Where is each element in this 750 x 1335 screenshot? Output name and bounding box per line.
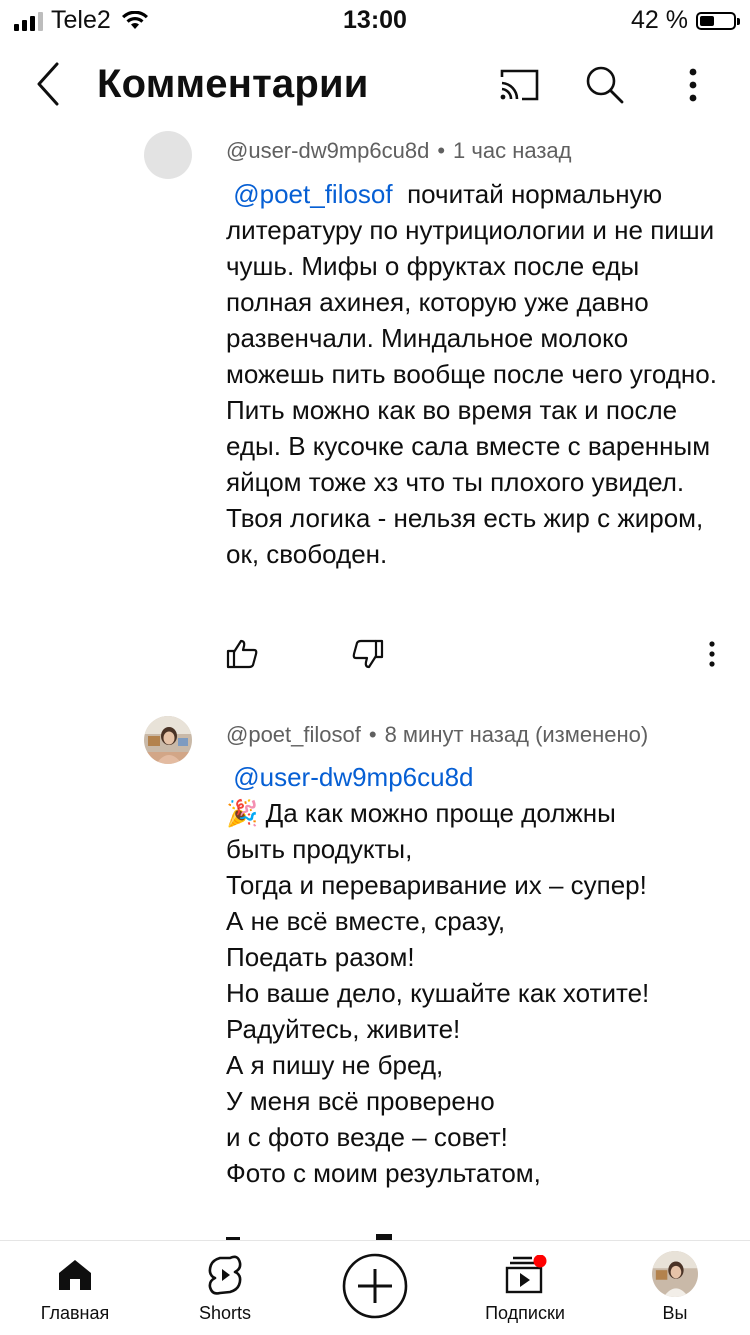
comment-text: @poet_filosof почитай нормальную литерат… — [226, 176, 726, 572]
nav-label: Вы — [662, 1303, 688, 1323]
meta-separator: • — [437, 138, 446, 163]
like-icon — [226, 639, 258, 669]
poem-line: А я пишу не бред, — [226, 1050, 444, 1080]
create-icon — [342, 1253, 408, 1319]
subscriptions-icon — [505, 1255, 547, 1294]
comment-author[interactable]: @user-dw9mp6cu8d — [226, 138, 429, 163]
comment-body: почитай нормальную литературу по нутрици… — [226, 179, 717, 569]
meta-separator: • — [368, 722, 377, 747]
poem-line: быть продукты, — [226, 834, 413, 864]
party-emoji-icon: 🎉 — [226, 798, 259, 828]
avatar-photo — [144, 716, 192, 764]
nav-label: Главная — [40, 1303, 110, 1323]
comment-text: @user-dw9mp6cu8d 🎉 Да как можно проще до… — [226, 759, 726, 1191]
nav-label: Подписки — [485, 1303, 565, 1323]
poem-line: А не всё вместе, сразу, — [226, 906, 506, 936]
poem-line: Тогда и переваривание их – супер! — [226, 870, 647, 900]
home-icon — [59, 1260, 91, 1290]
battery-percent: 42 % — [631, 6, 688, 34]
dislike-icon — [352, 639, 384, 669]
clipped-text — [226, 1228, 526, 1240]
poem-line: Да как можно проще должны — [265, 798, 616, 828]
status-bar: Tele2 13:00 42 % — [0, 0, 750, 40]
cast-icon — [500, 69, 539, 101]
like-button[interactable] — [222, 634, 262, 674]
page-title: Комментарии — [97, 62, 369, 106]
mention-link[interactable]: @poet_filosof — [233, 179, 392, 209]
back-button[interactable] — [28, 58, 68, 110]
search-button[interactable] — [580, 60, 630, 110]
avatar[interactable] — [144, 131, 192, 179]
nav-you[interactable]: Вы — [600, 1241, 750, 1335]
more-options-button[interactable] — [668, 60, 718, 110]
profile-avatar — [652, 1251, 698, 1297]
comment-meta: @poet_filosof • 8 минут назад (изменено) — [226, 722, 648, 748]
cast-button[interactable] — [494, 60, 544, 110]
more-vertical-icon — [709, 641, 715, 667]
app-header: Комментарии — [0, 40, 750, 130]
mention-link[interactable]: @user-dw9mp6cu8d — [233, 762, 473, 792]
poem-line: Поедать разом! — [226, 942, 415, 972]
back-icon — [37, 62, 59, 106]
comment-time: 1 час назад — [453, 138, 572, 163]
poem-line: Но ваше дело, кушайте как хотите! — [226, 978, 650, 1008]
more-vertical-icon — [689, 68, 697, 102]
comment-author[interactable]: @poet_filosof — [226, 722, 361, 747]
nav-create[interactable] — [300, 1241, 450, 1335]
comment-time: 8 минут назад (изменено) — [384, 722, 649, 747]
search-icon — [586, 66, 624, 104]
battery-icon — [696, 11, 740, 30]
bottom-navigation: Главная Shorts Подписки Вы — [0, 1240, 750, 1335]
comment-more-button[interactable] — [692, 634, 732, 674]
nav-subscriptions[interactable]: Подписки — [450, 1241, 600, 1335]
poem-line: Радуйтесь, живите! — [226, 1014, 461, 1044]
poem-line: Фото с моим результатом, — [226, 1158, 541, 1188]
poem-line: и с фото везде – совет! — [226, 1122, 508, 1152]
comment-actions — [222, 634, 732, 674]
nav-shorts[interactable]: Shorts — [150, 1241, 300, 1335]
comment-meta: @user-dw9mp6cu8d • 1 час назад — [226, 138, 572, 164]
dislike-button[interactable] — [348, 634, 388, 674]
nav-label: Shorts — [198, 1303, 252, 1323]
nav-home[interactable]: Главная — [0, 1241, 150, 1335]
avatar[interactable] — [144, 716, 192, 764]
poem-line: У меня всё проверено — [226, 1086, 495, 1116]
shorts-icon — [208, 1255, 242, 1295]
